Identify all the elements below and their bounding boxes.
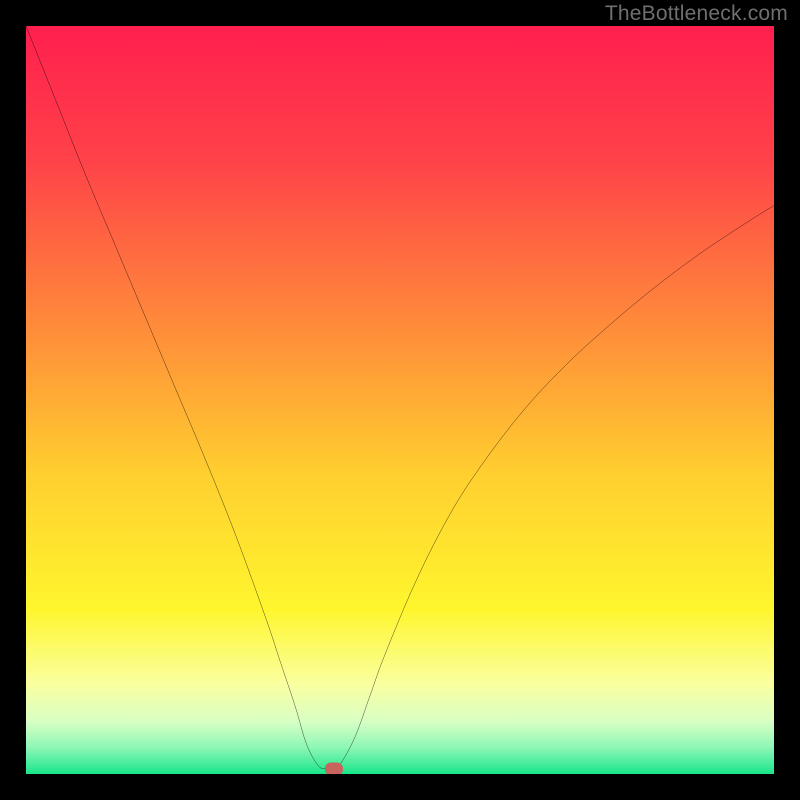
optimal-marker	[325, 762, 343, 774]
plot-area	[26, 26, 774, 774]
bottleneck-curve	[26, 26, 774, 774]
watermark-text: TheBottleneck.com	[605, 2, 788, 26]
chart-frame: TheBottleneck.com	[0, 0, 800, 800]
